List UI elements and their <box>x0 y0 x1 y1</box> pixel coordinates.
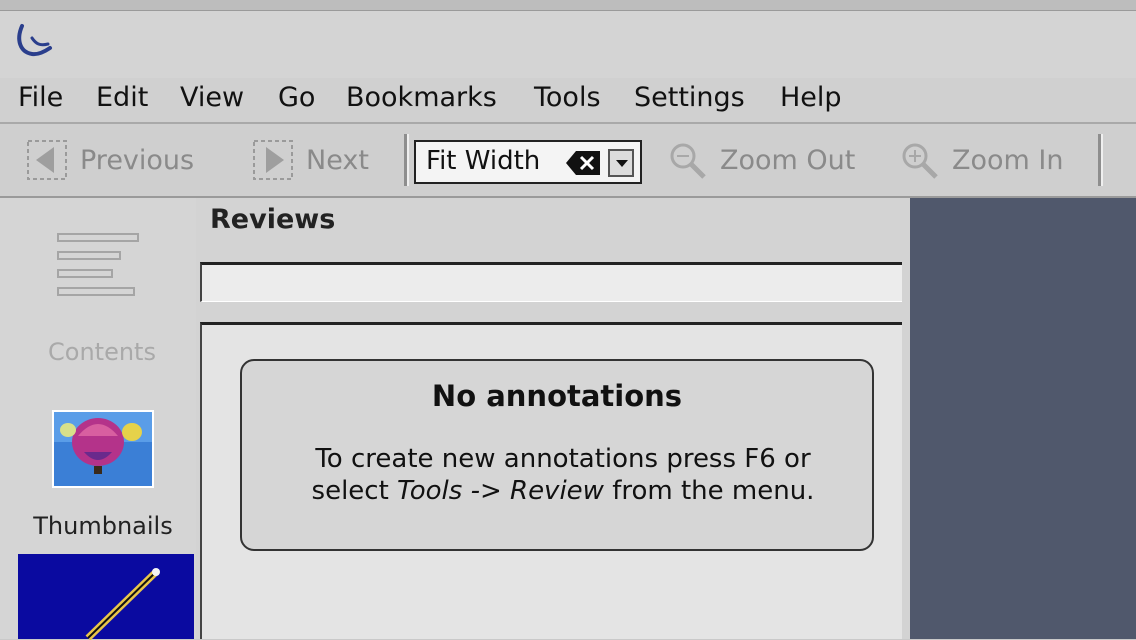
okular-app-icon[interactable] <box>10 18 58 66</box>
toolbar-separator-right <box>1098 134 1103 186</box>
empty-state-title: No annotations <box>431 379 683 413</box>
empty-state-line2-post: from the menu. <box>603 476 815 506</box>
empty-state-body: To create new annotations press F6 or se… <box>268 443 858 507</box>
thumbnails-icon <box>52 410 154 488</box>
sidebar-item-contents[interactable]: Contents <box>0 198 196 378</box>
document-view[interactable] <box>910 198 1136 639</box>
annotations-list[interactable]: No annotations To create new annotations… <box>200 322 902 639</box>
menu-file[interactable]: File <box>18 82 63 113</box>
menu-help[interactable]: Help <box>780 82 842 113</box>
sidebar: Contents Thumbnails <box>0 198 198 640</box>
menu-settings[interactable]: Settings <box>634 82 745 113</box>
zoom-out-label: Zoom Out <box>720 144 856 176</box>
chevron-down-icon[interactable] <box>608 149 634 177</box>
window-top-edge <box>0 0 1136 11</box>
menu-go[interactable]: Go <box>278 82 315 113</box>
zoom-combobox[interactable]: Fit Width <box>414 140 642 184</box>
next-label: Next <box>306 144 369 176</box>
pencil-icon <box>85 568 160 640</box>
menu-bookmarks[interactable]: Bookmarks <box>346 82 497 113</box>
empty-state-tools-review: Tools -> Review <box>397 476 604 506</box>
zoom-value: Fit Width <box>426 146 541 176</box>
panel-title: Reviews <box>210 204 336 235</box>
empty-state-line1: To create new annotations press F6 or <box>315 444 811 474</box>
title-bar <box>0 0 1136 79</box>
zoom-out-icon <box>670 143 706 179</box>
sidebar-item-reviews[interactable] <box>18 554 194 640</box>
menu-tools[interactable]: Tools <box>534 82 601 113</box>
menu-bar: File Edit View Go Bookmarks Tools Settin… <box>0 78 1136 124</box>
previous-label: Previous <box>80 144 195 176</box>
arrow-right-icon <box>253 140 293 180</box>
zoom-in-label: Zoom In <box>952 144 1064 176</box>
toolbar-separator <box>404 134 409 186</box>
reviews-panel: Reviews No annotations To create new ann… <box>196 198 912 639</box>
menu-edit[interactable]: Edit <box>96 82 148 113</box>
zoom-in-icon <box>902 143 938 179</box>
zoom-out-button[interactable]: Zoom Out <box>664 136 855 184</box>
menu-view[interactable]: View <box>180 82 244 113</box>
empty-state-box: No annotations To create new annotations… <box>240 359 874 551</box>
empty-state-line2-pre: select <box>311 476 398 506</box>
arrow-left-icon <box>27 140 67 180</box>
next-button[interactable]: Next <box>250 136 369 184</box>
zoom-in-button[interactable]: Zoom In <box>896 136 1064 184</box>
thumbnails-label: Thumbnails <box>33 512 173 540</box>
previous-button[interactable]: Previous <box>24 136 194 184</box>
contents-icon <box>57 233 139 296</box>
contents-label: Contents <box>48 338 156 366</box>
clear-icon[interactable] <box>566 151 600 175</box>
review-search-input[interactable] <box>200 262 902 302</box>
sidebar-item-thumbnails[interactable]: Thumbnails <box>0 388 196 554</box>
